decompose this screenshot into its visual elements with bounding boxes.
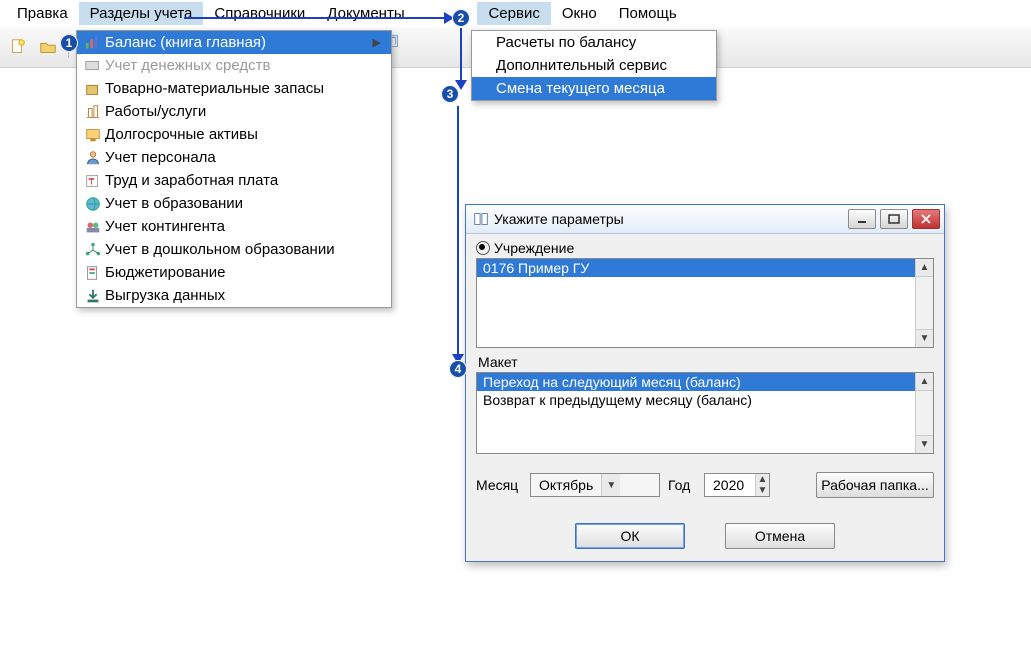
sections-item-services[interactable]: Работы/услуги	[77, 100, 391, 123]
working-folder-button[interactable]: Рабочая папка...	[816, 472, 934, 498]
sections-item-label: Бюджетирование	[105, 264, 225, 281]
institution-radio[interactable]: Учреждение	[476, 240, 934, 256]
scroll-down-icon[interactable]: ▼	[916, 435, 933, 453]
sections-item-label: Учет в дошкольном образовании	[105, 241, 335, 258]
cancel-button[interactable]: Отмена	[725, 523, 835, 549]
callout-badge-1: 1	[60, 34, 78, 52]
month-label: Месяц	[476, 477, 522, 493]
institution-label: Учреждение	[494, 240, 574, 256]
book-icon	[472, 210, 490, 228]
sections-item-label: Долгосрочные активы	[105, 126, 258, 143]
radio-on-icon	[476, 241, 490, 255]
service-item-change-month[interactable]: Смена текущего месяца	[472, 77, 716, 100]
branch-icon	[81, 241, 105, 259]
service-item-label: Смена текущего месяца	[496, 80, 665, 97]
window-minimize-button[interactable]	[848, 209, 876, 229]
sections-item-contingent[interactable]: Учет контингента	[77, 215, 391, 238]
globe-icon	[81, 195, 105, 213]
window-maximize-button[interactable]	[880, 209, 908, 229]
chevron-down-icon[interactable]: ▼	[601, 474, 620, 496]
folder-open-icon	[39, 38, 57, 56]
spinner-up-icon[interactable]: ▲	[755, 474, 769, 485]
menu-help[interactable]: Помощь	[608, 2, 688, 25]
list-item[interactable]: 0176 Пример ГУ	[477, 259, 933, 277]
list-item[interactable]: Возврат к предыдущему месяцу (баланс)	[477, 391, 933, 409]
year-spinner[interactable]: 2020 ▲ ▼	[704, 473, 770, 497]
submenu-arrow-icon: ▶	[373, 36, 381, 49]
arrow-3-to-4	[457, 106, 459, 356]
sections-item-label: Работы/услуги	[105, 103, 206, 120]
menubar: Правка Разделы учета Справочники Докумен…	[0, 0, 1031, 27]
sections-item-balance[interactable]: Баланс (книга главная) ▶	[77, 31, 391, 54]
window-close-button[interactable]	[912, 209, 940, 229]
menu-refs[interactable]: Справочники	[203, 2, 316, 25]
cash-icon	[81, 57, 105, 75]
ok-button[interactable]: ОК	[575, 523, 685, 549]
dialog-title: Укажите параметры	[494, 211, 848, 227]
budget-icon	[81, 264, 105, 282]
dropdown-service: Расчеты по балансу Дополнительный сервис…	[471, 30, 717, 101]
scrollbar[interactable]: ▲ ▼	[915, 373, 933, 453]
sections-item-label: Товарно-материальные запасы	[105, 80, 324, 97]
sections-item-cash[interactable]: Учет денежных средств	[77, 54, 391, 77]
dialog-parameters: Укажите параметры Учреждение 0176 Пример…	[465, 204, 945, 562]
arrow-2-to-3	[460, 28, 462, 82]
template-label: Макет	[478, 354, 932, 370]
service-item-label: Дополнительный сервис	[496, 57, 667, 74]
sections-item-label: Учет персонала	[105, 149, 216, 166]
callout-badge-2: 2	[452, 9, 470, 27]
scroll-up-icon[interactable]: ▲	[916, 259, 933, 277]
menu-docs[interactable]: Документы	[316, 2, 415, 25]
sections-item-education[interactable]: Учет в образовании	[77, 192, 391, 215]
month-value: Октябрь	[531, 477, 601, 493]
callout-badge-3: 3	[441, 85, 459, 103]
menu-edit[interactable]: Правка	[6, 2, 79, 25]
menu-window[interactable]: Окно	[551, 2, 608, 25]
dialog-titlebar: Укажите параметры	[466, 205, 944, 234]
assets-icon	[81, 126, 105, 144]
svg-text:₸: ₸	[89, 176, 95, 186]
sections-item-label: Учет в образовании	[105, 195, 243, 212]
menu-sections[interactable]: Разделы учета	[79, 2, 204, 25]
service-item-balance-calc[interactable]: Расчеты по балансу	[472, 31, 716, 54]
sections-item-inventory[interactable]: Товарно-материальные запасы	[77, 77, 391, 100]
toolbar-button-open[interactable]	[34, 33, 62, 61]
month-combo[interactable]: Октябрь ▼	[530, 473, 660, 497]
sections-item-payroll[interactable]: ₸ Труд и заработная плата	[77, 169, 391, 192]
year-label: Год	[668, 477, 696, 493]
spinner-down-icon[interactable]: ▼	[755, 485, 769, 496]
service-item-extra[interactable]: Дополнительный сервис	[472, 54, 716, 77]
scrollbar[interactable]: ▲ ▼	[915, 259, 933, 347]
arrow-1-to-2	[184, 17, 446, 19]
sections-item-label: Учет контингента	[105, 218, 225, 235]
list-item[interactable]: Переход на следующий месяц (баланс)	[477, 373, 933, 391]
sections-item-label: Учет денежных средств	[105, 57, 271, 74]
sections-item-label: Выгрузка данных	[105, 287, 225, 304]
services-icon	[81, 103, 105, 121]
sections-item-personnel[interactable]: Учет персонала	[77, 146, 391, 169]
group-icon	[81, 218, 105, 236]
export-icon	[81, 287, 105, 305]
callout-badge-4: 4	[449, 360, 467, 378]
sections-item-budget[interactable]: Бюджетирование	[77, 261, 391, 284]
scroll-up-icon[interactable]: ▲	[916, 373, 933, 391]
person-icon	[81, 149, 105, 167]
service-item-label: Расчеты по балансу	[496, 34, 636, 51]
inventory-icon	[81, 80, 105, 98]
template-listbox[interactable]: Переход на следующий месяц (баланс) Возв…	[476, 372, 934, 454]
balance-icon	[81, 34, 105, 52]
institution-listbox[interactable]: 0176 Пример ГУ ▲ ▼	[476, 258, 934, 348]
payroll-icon: ₸	[81, 172, 105, 190]
sections-item-export[interactable]: Выгрузка данных	[77, 284, 391, 307]
sections-item-label: Труд и заработная плата	[105, 172, 278, 189]
sections-item-assets[interactable]: Долгосрочные активы	[77, 123, 391, 146]
sections-item-preschool[interactable]: Учет в дошкольном образовании	[77, 238, 391, 261]
document-new-icon	[9, 38, 27, 56]
dropdown-sections: Баланс (книга главная) ▶ Учет денежных с…	[76, 30, 392, 308]
sections-item-label: Баланс (книга главная)	[105, 34, 266, 51]
toolbar-button-new[interactable]	[4, 33, 32, 61]
scroll-down-icon[interactable]: ▼	[916, 329, 933, 347]
year-value: 2020	[705, 477, 755, 493]
